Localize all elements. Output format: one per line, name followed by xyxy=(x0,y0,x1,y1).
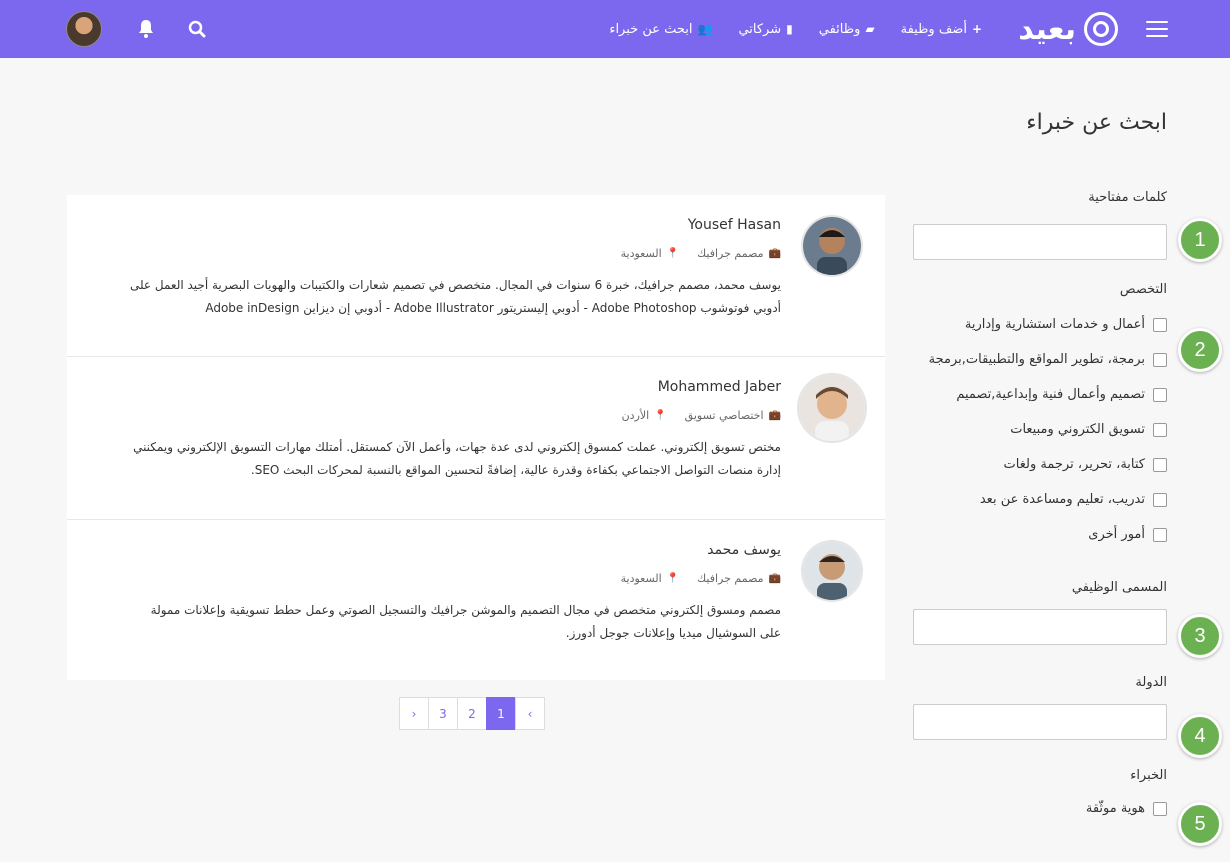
nav-my-companies[interactable]: ▮ شركاتي xyxy=(738,22,792,37)
expert-card[interactable]: Yousef Hasan 💼 مصمم جرافيك 📍 السعودية يوسف… xyxy=(67,195,885,357)
expert-avatar[interactable] xyxy=(801,540,863,602)
verified-option[interactable]: هوية موثّقة xyxy=(913,791,1167,826)
user-area xyxy=(66,0,102,58)
expert-card[interactable]: يوسف محمد 💼 مصمم جرافيك 📍 السعودية مصمم وم… xyxy=(67,520,885,680)
page-title: ابحث عن خبراء xyxy=(1026,110,1167,135)
step-marker: 1 xyxy=(1178,218,1222,262)
expert-name[interactable]: Mohammed Jaber xyxy=(127,379,781,395)
nav-find-experts[interactable]: 👥 ابحث عن خبراء xyxy=(609,22,712,37)
specialty-option[interactable]: أمور أخرى xyxy=(913,517,1167,552)
top-navbar: بعيد + أضف وظيفة ▰ وظائفي ▮ شركاتي 👥 ابحث عن… xyxy=(0,0,1230,58)
checkbox[interactable] xyxy=(1153,317,1167,332)
specialty-option[interactable]: تدريب، تعليم ومساعدة عن بعد xyxy=(913,482,1167,517)
users-icon: 👥 xyxy=(697,22,713,36)
location-pin-icon: 📍 xyxy=(666,573,680,584)
checkbox[interactable] xyxy=(1153,457,1167,472)
briefcase-icon: 💼 xyxy=(768,248,781,259)
keywords-input[interactable] xyxy=(913,224,1167,260)
bell-icon[interactable] xyxy=(137,19,155,39)
specialty-option[interactable]: كتابة، تحرير، ترجمة ولغات xyxy=(913,447,1167,482)
specialty-label: التخصص xyxy=(1119,282,1167,297)
expert-meta: 💼 مصمم جرافيك 📍 السعودية xyxy=(620,572,781,585)
country-input[interactable] xyxy=(913,704,1167,740)
user-avatar[interactable] xyxy=(66,11,102,47)
checkbox[interactable] xyxy=(1153,387,1167,402)
logo-text: بعيد xyxy=(1018,11,1077,47)
pagination-page-1[interactable]: 1 xyxy=(486,697,516,730)
specialty-option[interactable]: أعمال و خدمات استشارية وإدارية xyxy=(913,307,1167,342)
location-pin-icon: 📍 xyxy=(654,410,667,421)
step-marker: 2 xyxy=(1178,328,1222,372)
briefcase-icon: 💼 xyxy=(768,573,781,584)
nav-links: + أضف وظيفة ▰ وظائفي ▮ شركاتي 👥 ابحث عن خبرا… xyxy=(583,0,982,58)
checkbox[interactable] xyxy=(1153,492,1167,507)
pagination-page-3[interactable]: 3 xyxy=(428,697,458,730)
expert-avatar[interactable] xyxy=(797,373,867,443)
expert-name[interactable]: يوسف محمد xyxy=(127,542,781,558)
experts-list: Yousef Hasan 💼 مصمم جرافيك 📍 السعودية يوسف… xyxy=(67,195,885,680)
expert-description: يوسف محمد، مصمم جرافيك، خبرة 6 سنوات في … xyxy=(129,278,781,315)
step-marker: 5 xyxy=(1178,802,1222,846)
building-icon: ▮ xyxy=(786,22,793,36)
job-title-label: المسمى الوظيفي xyxy=(1071,580,1167,595)
step-marker: 4 xyxy=(1178,714,1222,758)
pagination-prev[interactable]: ‹ xyxy=(515,697,545,730)
nav-my-jobs[interactable]: ▰ وظائفي xyxy=(819,22,875,37)
menu-icon[interactable] xyxy=(1146,0,1168,58)
experts-label: الخبراء xyxy=(1130,768,1167,783)
logo-mark-icon xyxy=(1084,12,1118,46)
pagination: › 3 2 1 ‹ xyxy=(399,697,545,730)
search-icon[interactable] xyxy=(188,20,206,38)
logo[interactable]: بعيد xyxy=(1018,0,1118,58)
pagination-next[interactable]: › xyxy=(399,697,429,730)
checkbox[interactable] xyxy=(1153,801,1167,816)
expert-avatar[interactable] xyxy=(801,215,863,277)
briefcase-icon: 💼 xyxy=(768,410,781,421)
job-title-input[interactable] xyxy=(913,609,1167,645)
specialty-option[interactable]: برمجة، تطوير المواقع والتطبيقات,برمجة xyxy=(913,342,1167,377)
filter-sidebar: كلمات مفتاحية التخصص أعمال و خدمات استشا… xyxy=(913,190,1167,826)
country-label: الدولة xyxy=(1135,675,1167,690)
expert-meta: 💼 مصمم جرافيك 📍 السعودية xyxy=(620,247,781,260)
expert-description: مصمم ومسوق إلكتروني متخصص في مجال التصمي… xyxy=(150,603,781,640)
expert-meta: 💼 اختصاصي تسويق 📍 الأردن xyxy=(621,409,781,422)
pagination-page-2[interactable]: 2 xyxy=(457,697,487,730)
specialty-option[interactable]: تصميم وأعمال فنية وإبداعية,تصميم xyxy=(913,377,1167,412)
expert-card[interactable]: Mohammed Jaber 💼 اختصاصي تسويق 📍 الأردن مخ… xyxy=(67,357,885,520)
expert-description: مختص تسويق إلكتروني. عملت كمسوق إلكتروني… xyxy=(133,440,781,477)
expert-name[interactable]: Yousef Hasan xyxy=(127,217,781,233)
plus-icon: + xyxy=(971,22,982,36)
checkbox[interactable] xyxy=(1153,422,1167,437)
keywords-label: كلمات مفتاحية xyxy=(1088,190,1167,205)
step-marker: 3 xyxy=(1178,614,1222,658)
folder-icon: ▰ xyxy=(865,22,875,36)
checkbox[interactable] xyxy=(1153,527,1167,542)
checkbox[interactable] xyxy=(1153,352,1167,367)
location-pin-icon: 📍 xyxy=(666,248,680,259)
specialty-option[interactable]: تسويق الكتروني ومبيعات xyxy=(913,412,1167,447)
nav-add-job[interactable]: + أضف وظيفة xyxy=(901,22,982,37)
